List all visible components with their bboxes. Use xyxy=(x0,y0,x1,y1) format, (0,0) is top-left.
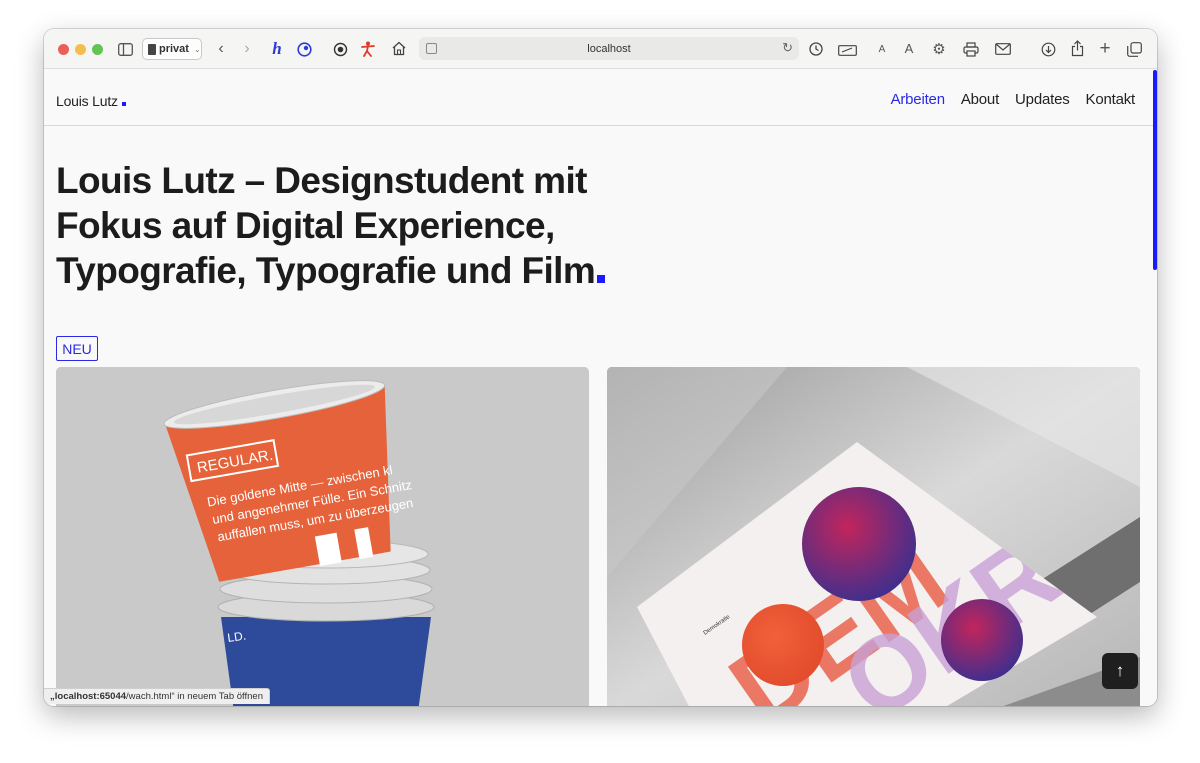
nav-kontakt[interactable]: Kontakt xyxy=(1086,91,1136,108)
profile-badge-icon xyxy=(148,43,156,55)
history-icon[interactable] xyxy=(808,41,824,57)
color-extension-icon[interactable] xyxy=(296,41,312,57)
new-tab-icon[interactable]: + xyxy=(1097,38,1113,59)
sign-icon[interactable] xyxy=(837,41,857,57)
download-icon[interactable] xyxy=(1040,41,1056,57)
figure-extension-icon[interactable] xyxy=(360,40,376,58)
browser-toolbar: privat ⌄ ‹ › h localhost ↻ A A ⚙ + xyxy=(44,29,1157,69)
close-window-button[interactable] xyxy=(58,44,69,55)
page-scrollbar[interactable] xyxy=(1153,70,1157,270)
status-path: /wach.html“ in neuem Tab öffnen xyxy=(126,691,263,702)
minimize-window-button[interactable] xyxy=(75,44,86,55)
tabs-overview-icon[interactable] xyxy=(1126,41,1142,57)
address-bar[interactable]: localhost ↻ xyxy=(419,37,799,60)
headline-dot xyxy=(597,275,606,283)
nav-updates[interactable]: Updates xyxy=(1015,91,1070,108)
back-icon[interactable]: ‹ xyxy=(214,40,228,58)
nav-about[interactable]: About xyxy=(961,91,999,108)
nav-arbeiten[interactable]: Arbeiten xyxy=(891,91,945,108)
forward-icon[interactable]: › xyxy=(240,40,254,58)
site-logo[interactable]: Louis Lutz xyxy=(56,93,126,109)
address-text: localhost xyxy=(587,42,631,55)
logo-dot xyxy=(121,102,126,106)
profile-selector[interactable]: privat ⌄ xyxy=(142,38,202,60)
new-badge: NEU xyxy=(56,336,98,361)
mail-icon[interactable] xyxy=(994,41,1012,57)
zoom-window-button[interactable] xyxy=(92,44,103,55)
link-status-bar: „localhost:65044/wach.html“ in neuem Tab… xyxy=(44,688,270,704)
browser-window: privat ⌄ ‹ › h localhost ↻ A A ⚙ + Louis… xyxy=(44,29,1157,706)
arrow-up-icon: ↑ xyxy=(1115,661,1125,680)
smaller-text-icon[interactable]: A xyxy=(876,41,888,57)
target-extension-icon[interactable] xyxy=(332,41,348,57)
cups-image: LD. REGULAR. Die goldene Mitte — zwische… xyxy=(56,367,589,706)
hero-headline: Louis Lutz – Designstudent mit Fokus auf… xyxy=(56,158,646,293)
back-to-top-button[interactable]: ↑ xyxy=(1102,653,1138,689)
chevron-down-icon: ⌄ xyxy=(193,44,201,54)
site-header: Louis Lutz Arbeiten About Updates Kontak… xyxy=(44,70,1157,126)
web-page: Louis Lutz Arbeiten About Updates Kontak… xyxy=(44,70,1157,706)
svg-text:LD.: LD. xyxy=(226,629,246,645)
reload-icon[interactable]: ↻ xyxy=(782,40,793,56)
main-nav: Arbeiten About Updates Kontakt xyxy=(891,91,1136,108)
status-host: „localhost:65044 xyxy=(50,691,127,702)
sidebar-icon[interactable] xyxy=(117,41,133,57)
hypothesis-extension-icon[interactable]: h xyxy=(269,39,285,59)
print-icon[interactable] xyxy=(962,41,980,57)
profile-label: privat xyxy=(159,43,189,55)
home-icon[interactable] xyxy=(390,40,407,57)
poster-image: DEM OKR Demokratie xyxy=(607,367,1140,706)
settings-icon[interactable]: ⚙ xyxy=(931,41,947,58)
headline-text: Louis Lutz – Designstudent mit Fokus auf… xyxy=(56,160,596,291)
project-card-poster[interactable]: DEM OKR Demokratie xyxy=(607,367,1140,706)
larger-text-icon[interactable]: A xyxy=(902,40,916,57)
project-card-cups[interactable]: LD. REGULAR. Die goldene Mitte — zwische… xyxy=(56,367,589,706)
logo-text: Louis Lutz xyxy=(56,93,118,109)
share-icon[interactable] xyxy=(1069,39,1085,58)
